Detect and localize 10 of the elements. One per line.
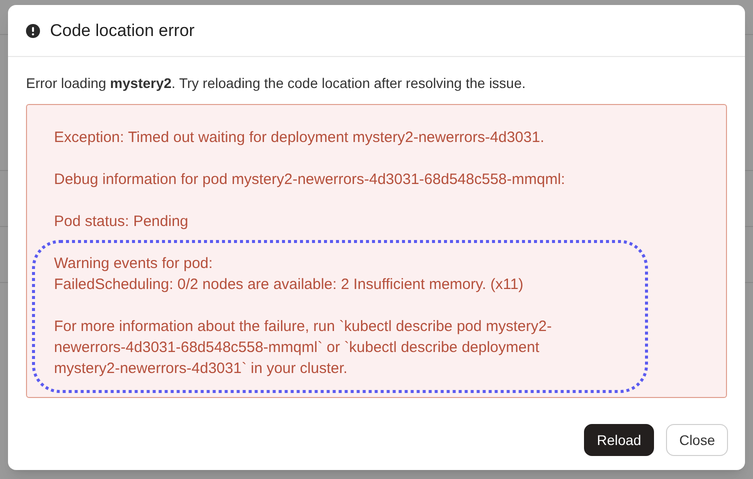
error-text: Debug information for pod mystery2-newerrors-4d3031-68d548c558-mmqml: bbox=[54, 170, 566, 190]
close-button[interactable]: Close bbox=[666, 424, 728, 456]
reload-button[interactable]: Reload bbox=[584, 424, 654, 456]
dialog-title: Code location error bbox=[50, 20, 195, 42]
alert-icon bbox=[26, 24, 40, 38]
error-text: Pod status: Pending bbox=[54, 212, 190, 232]
error-text: Exception: Timed out waiting for deployment mystery2-newerrors-4d3031. bbox=[54, 128, 546, 148]
error-message: Error loading mystery2. Try reloading the code location after resolving the issue. bbox=[26, 74, 527, 93]
error-text: Warning events for pod: FailedScheduling: 0/2 nodes are available: 2 Insufficient memory. (x11) bbox=[54, 254, 524, 295]
error-text: For more information about the failure, run `kubectl describe pod mystery2- newerrors-4d3031-68d548c558-mmqml` or `kubectl describe deployment mystery2-newerrors-4d3031` in your cluster. bbox=[54, 317, 553, 379]
